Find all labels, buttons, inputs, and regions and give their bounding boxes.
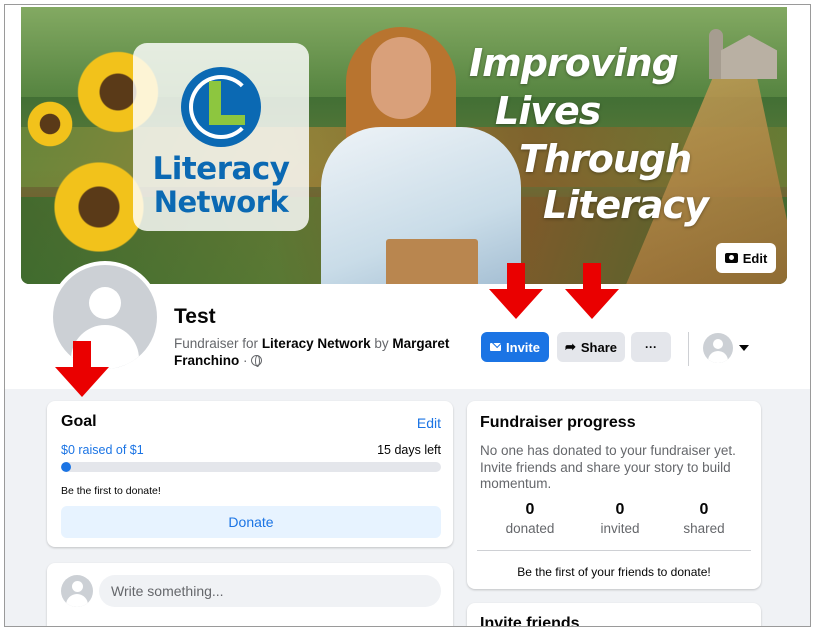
slogan-line-2: Lives: [495, 89, 601, 133]
goal-progress-bar: [61, 462, 441, 472]
stat-invited-value: 0: [615, 501, 625, 518]
invite-friends-card: Invite friends: [467, 603, 761, 627]
edit-cover-button[interactable]: Edit: [716, 243, 776, 273]
write-something-input[interactable]: [99, 575, 441, 607]
stat-shared: 0 shared: [659, 501, 749, 536]
envelope-icon: [490, 343, 502, 351]
slogan-line-4: Literacy: [543, 183, 709, 227]
share-button[interactable]: ➦ Share: [557, 332, 625, 362]
composer-avatar: [61, 575, 93, 607]
fundraiser-progress-card: Fundraiser progress No one has donated t…: [467, 401, 761, 589]
sunflower-icon: [25, 99, 75, 149]
logo-text-line1: Literacy: [152, 151, 290, 187]
organization-link[interactable]: Literacy Network: [262, 336, 371, 351]
subtitle-prefix: Fundraiser for: [174, 336, 259, 351]
stat-donated: 0 donated: [485, 501, 575, 536]
share-label: Share: [580, 339, 618, 355]
annotation-arrow-share: [565, 263, 619, 321]
post-composer: [47, 563, 453, 626]
goal-raised-text: $0 raised of $1: [61, 443, 144, 457]
stat-donated-label: donated: [505, 521, 555, 536]
invite-label: Invite: [506, 339, 540, 355]
goal-edit-link[interactable]: Edit: [417, 415, 441, 431]
camera-icon: [724, 253, 738, 263]
fundraiser-header: Literacy Network Improving Lives Through…: [5, 5, 810, 389]
progress-title: Fundraiser progress: [480, 414, 636, 431]
cover-silo: [709, 29, 723, 79]
invite-friends-title: Invite friends: [480, 615, 580, 627]
invite-button[interactable]: Invite: [481, 332, 549, 362]
goal-card: Goal Edit $0 raised of $1 15 days left B…: [47, 401, 453, 547]
literacy-network-logo-icon: [181, 67, 261, 147]
header-divider: [688, 332, 689, 366]
donate-button[interactable]: Donate: [61, 506, 441, 538]
stat-donated-value: 0: [525, 501, 535, 518]
more-options-button[interactable]: ···: [631, 332, 671, 362]
goal-days-left: 15 days left: [377, 443, 441, 457]
progress-divider: [477, 550, 751, 551]
annotation-arrow-goal: [55, 341, 109, 399]
stat-invited: 0 invited: [575, 501, 665, 536]
edit-cover-label: Edit: [742, 250, 768, 266]
fundraiser-title: Test: [174, 305, 216, 328]
progress-description: No one has donated to your fundraiser ye…: [480, 443, 736, 491]
fundraiser-subtitle: Fundraiser for Literacy Network by Marga…: [174, 335, 464, 369]
stat-invited-label: invited: [600, 521, 640, 536]
progress-footer: Be the first of your friends to donate!: [517, 565, 711, 579]
chevron-down-icon[interactable]: [739, 345, 749, 351]
stat-shared-label: shared: [683, 521, 725, 536]
logo-text-line2: Network: [153, 185, 289, 219]
literacy-network-logo: Literacy Network: [133, 43, 309, 231]
account-avatar[interactable]: [703, 333, 733, 363]
goal-first-donor-text: Be the first to donate!: [61, 485, 161, 497]
goal-title: Goal: [61, 413, 97, 430]
cover-photo: Literacy Network Improving Lives Through…: [21, 7, 787, 284]
annotation-arrow-invite: [489, 263, 543, 321]
stat-shared-value: 0: [699, 501, 709, 518]
goal-progress-fill: [61, 462, 71, 472]
slogan-line-1: Improving: [469, 41, 679, 85]
slogan-line-3: Through: [519, 137, 692, 181]
cover-person-face: [371, 37, 431, 119]
globe-icon: [251, 355, 263, 367]
share-arrow-icon: ➦: [564, 339, 576, 354]
subtitle-by: by: [374, 336, 389, 351]
more-options-label: ···: [645, 340, 657, 354]
browser-frame: Literacy Network Improving Lives Through…: [4, 4, 811, 627]
subtitle-separator: ·: [243, 353, 248, 368]
cover-book: [386, 239, 478, 284]
